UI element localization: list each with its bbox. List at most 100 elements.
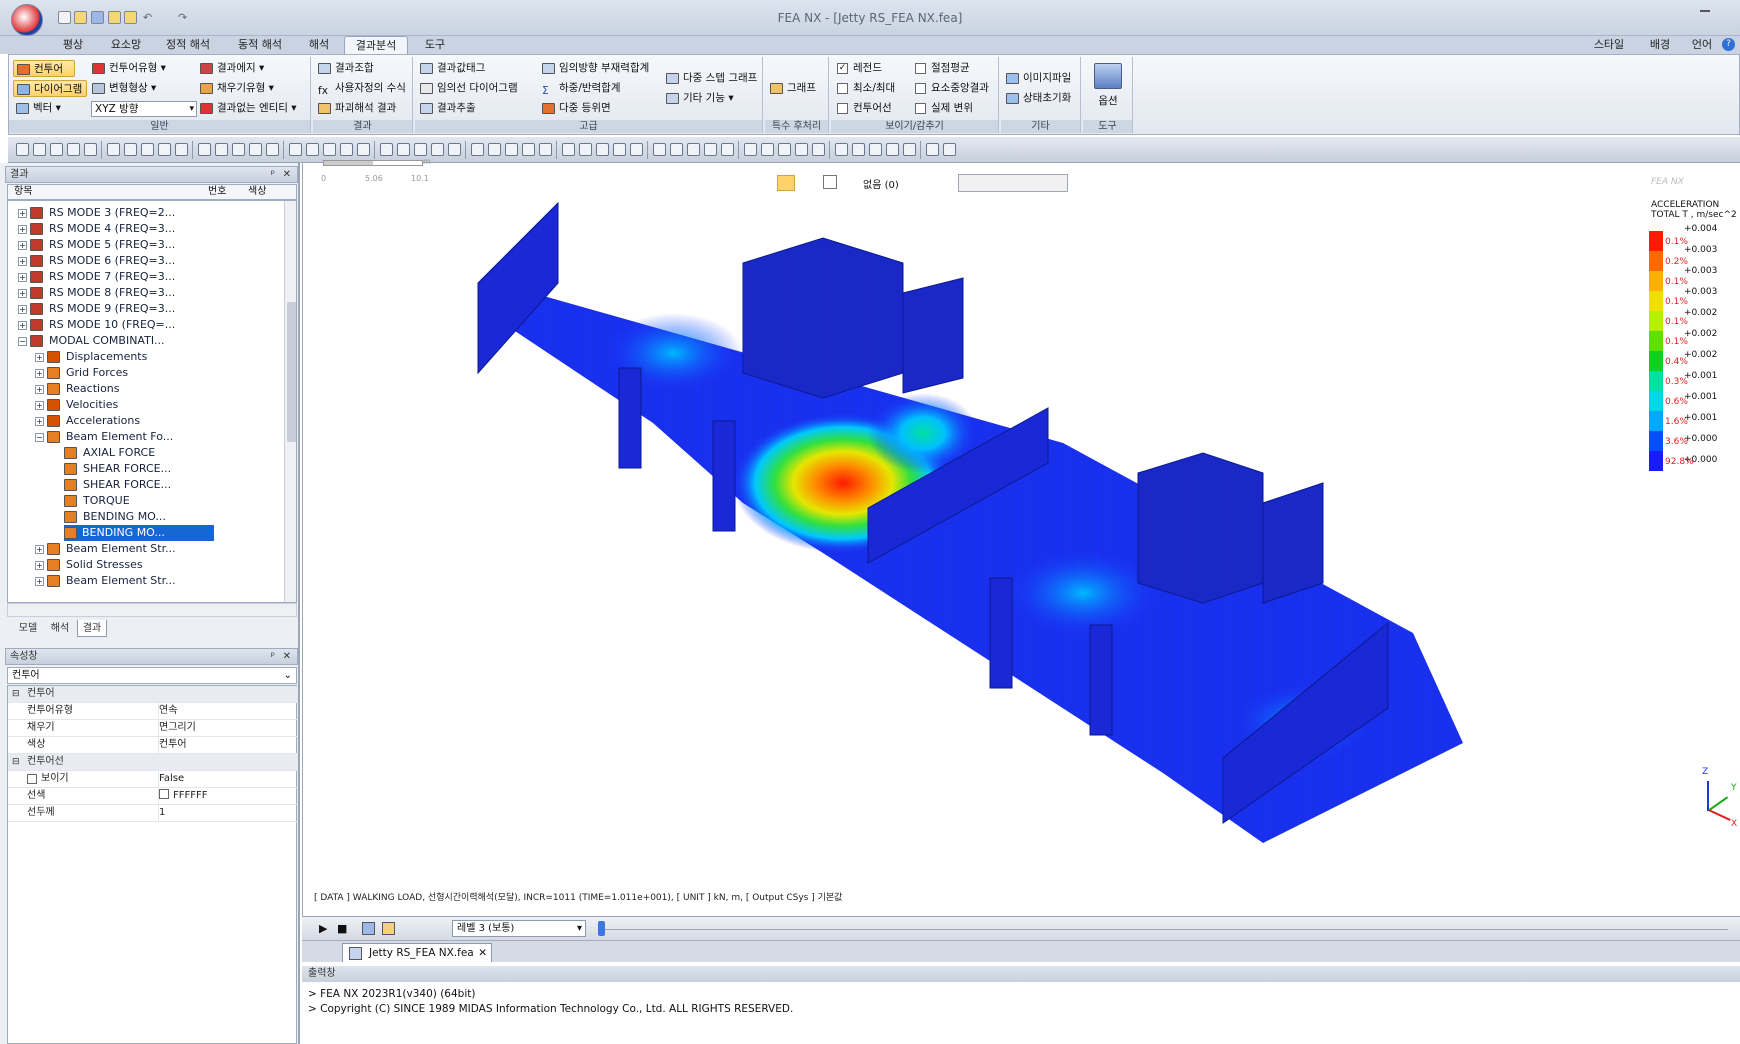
tree-node[interactable]: + RS MODE 8 (FREQ=3... [18, 285, 178, 301]
contour-type-button[interactable]: 컨투어유형 ▾ [89, 60, 166, 77]
model-viewport[interactable]: m 0 5.06 10.1 없음 (0) FEA NX Z X Y [302, 157, 1740, 918]
toolbar-tool-icon[interactable] [761, 143, 774, 156]
tree-node[interactable]: − Beam Element Fo... [35, 429, 176, 445]
toolbar-tool-icon[interactable] [124, 143, 137, 156]
arbitrary-sum-button[interactable]: 임의방향 부재력합계 [539, 60, 649, 77]
column-item[interactable]: 항목 [14, 185, 32, 199]
toolbar-tool-icon[interactable] [380, 143, 393, 156]
toolbar-tool-icon[interactable] [471, 143, 484, 156]
result-extract-button[interactable]: 결과추출 [417, 100, 476, 117]
toolbar-tool-icon[interactable] [306, 143, 319, 156]
tab-dynamic[interactable]: 동적 해석 [230, 36, 290, 54]
tree-node[interactable]: + RS MODE 7 (FREQ=3... [18, 269, 178, 285]
toolbar-tool-icon[interactable] [141, 143, 154, 156]
expand-icon[interactable]: + [18, 241, 27, 250]
toolbar-tool-icon[interactable] [704, 143, 717, 156]
options-icon[interactable] [1094, 63, 1122, 89]
elem-center-checkbox[interactable]: 요소중앙결과 [911, 80, 989, 97]
toolbar-tool-icon[interactable] [852, 143, 865, 156]
expand-icon[interactable]: + [35, 561, 44, 570]
property-category[interactable]: ⊟ 컨투어선 [8, 754, 298, 771]
user-formula-button[interactable]: fx 사용자정의 수식 [315, 80, 406, 97]
document-tab[interactable]: Jetty RS_FEA NX.fea ✕ [342, 943, 492, 962]
toolbar-tool-icon[interactable] [812, 143, 825, 156]
toolbar-tool-icon[interactable] [579, 143, 592, 156]
tree-node[interactable]: + Grid Forces [35, 365, 131, 381]
contour-button[interactable]: 컨투어 [13, 60, 75, 77]
toolbar-tool-icon[interactable] [266, 143, 279, 156]
tab-home[interactable]: 평상 [55, 36, 91, 54]
value-tag-button[interactable]: 결과값태그 [417, 60, 485, 77]
select-mode-icon[interactable] [777, 175, 795, 191]
toolbar-tool-icon[interactable] [215, 143, 228, 156]
toolbar-tool-icon[interactable] [613, 143, 626, 156]
expand-icon[interactable]: + [35, 417, 44, 426]
tab-result-panel[interactable]: 결과 [77, 620, 107, 637]
column-color[interactable]: 색상 [248, 185, 266, 199]
collapse-icon[interactable]: − [35, 433, 44, 442]
background-menu[interactable]: 배경 [1640, 36, 1680, 54]
expand-icon[interactable]: + [35, 577, 44, 586]
expand-icon[interactable]: + [35, 401, 44, 410]
collapse-icon[interactable]: ⊟ [12, 754, 20, 770]
toolbar-tool-icon[interactable] [84, 143, 97, 156]
deformed-shape-button[interactable]: 변형형상 ▾ [89, 80, 156, 97]
toolbar-tool-icon[interactable] [198, 143, 211, 156]
real-disp-checkbox[interactable]: 실제 변위 [911, 100, 973, 117]
tree-node[interactable]: + RS MODE 9 (FREQ=3... [18, 301, 178, 317]
pin-icon[interactable]: ᵖ [271, 167, 275, 182]
close-icon[interactable]: ✕ [283, 167, 291, 182]
tree-node[interactable]: + RS MODE 3 (FREQ=2... [18, 205, 178, 221]
toolbar-tool-icon[interactable] [721, 143, 734, 156]
column-number[interactable]: 번호 [208, 185, 226, 199]
toolbar-tool-icon[interactable] [107, 143, 120, 156]
tree-node[interactable]: + Solid Stresses [35, 557, 146, 573]
result-edge-button[interactable]: 결과에지 ▾ [197, 60, 264, 77]
toolbar-tool-icon[interactable] [33, 143, 46, 156]
result-combo-button[interactable]: 결과조합 [315, 60, 374, 77]
toolbar-tool-icon[interactable] [869, 143, 882, 156]
vector-button[interactable]: 벡터 ▾ [13, 100, 61, 117]
toolbar-tool-icon[interactable] [431, 143, 444, 156]
toolbar-tool-icon[interactable] [596, 143, 609, 156]
toolbar-tool-icon[interactable] [903, 143, 916, 156]
property-value[interactable]: 컨투어 [159, 737, 187, 753]
toolbar-tool-icon[interactable] [653, 143, 666, 156]
expand-icon[interactable]: + [18, 305, 27, 314]
tree-vertical-scrollbar[interactable] [284, 201, 296, 602]
expand-icon[interactable]: + [35, 353, 44, 362]
tree-node[interactable]: SHEAR FORCE... [64, 477, 174, 493]
tree-node[interactable]: − MODAL COMBINATI... [18, 333, 168, 349]
tab-tools[interactable]: 도구 [418, 36, 452, 54]
toolbar-tool-icon[interactable] [687, 143, 700, 156]
arbitrary-diagram-button[interactable]: 임의선 다이어그램 [417, 80, 518, 97]
scroll-thumb[interactable] [287, 302, 296, 442]
expand-icon[interactable]: + [18, 209, 27, 218]
toolbar-tool-icon[interactable] [397, 143, 410, 156]
toolbar-tool-icon[interactable] [835, 143, 848, 156]
toolbar-tool-icon[interactable] [175, 143, 188, 156]
property-selector[interactable]: 컨투어 ⌄ [7, 667, 297, 684]
tree-node[interactable]: TORQUE [64, 493, 133, 509]
load-sum-button[interactable]: Σ 하중/반력합계 [539, 80, 621, 97]
toolbar-tool-icon[interactable] [562, 143, 575, 156]
multi-step-graph-button[interactable]: 다중 스텝 그래프 [663, 70, 757, 87]
direction-select[interactable]: XYZ 방향 ▾ [91, 101, 197, 117]
other-functions-button[interactable]: 기타 기능 ▾ [663, 90, 734, 107]
record-icon[interactable] [362, 922, 375, 935]
tree-node[interactable]: + Beam Element Str... [35, 573, 179, 589]
tree-node[interactable]: + Velocities [35, 397, 121, 413]
expand-icon[interactable]: + [35, 385, 44, 394]
tree-node[interactable]: + RS MODE 4 (FREQ=3... [18, 221, 178, 237]
stop-icon[interactable]: ■ [337, 922, 347, 935]
toolbar-tool-icon[interactable] [414, 143, 427, 156]
toolbar-tool-icon[interactable] [505, 143, 518, 156]
tree-node[interactable]: SHEAR FORCE... [64, 461, 174, 477]
color-swatch[interactable] [159, 789, 169, 799]
multi-iso-button[interactable]: 다중 등위면 [539, 100, 611, 117]
output-panel[interactable]: > FEA NX 2023R1(v340) (64bit) > Copyrigh… [302, 982, 1740, 1044]
help-icon[interactable]: ? [1722, 38, 1735, 51]
toolbar-tool-icon[interactable] [630, 143, 643, 156]
expand-icon[interactable]: + [35, 545, 44, 554]
toolbar-tool-icon[interactable] [926, 143, 939, 156]
